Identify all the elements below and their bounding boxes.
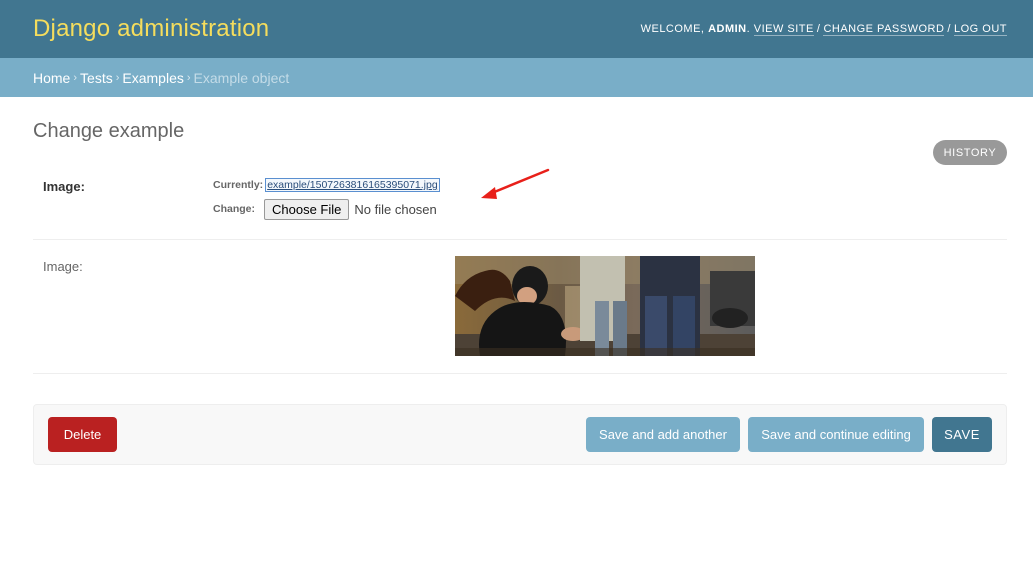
form-row-image: Image: Currently: example/15072638161653… — [33, 165, 1007, 240]
breadcrumb-home[interactable]: Home — [33, 70, 70, 86]
save-and-continue-button[interactable]: Save and continue editing — [748, 417, 924, 452]
view-site-link[interactable]: View site — [753, 23, 814, 36]
breadcrumb-separator: › — [186, 71, 191, 84]
current-file-link[interactable]: example/1507263816165395071.jpg — [265, 178, 440, 192]
site-branding[interactable]: Django administration — [33, 15, 269, 43]
image-field-label: Image: — [43, 179, 85, 194]
choose-file-button[interactable]: Choose File — [264, 198, 350, 220]
page-title: Change example — [33, 120, 185, 142]
save-and-add-another-button[interactable]: Save and add another — [586, 417, 740, 452]
breadcrumb-separator: › — [73, 71, 78, 84]
form-row-image-preview: Image: — [33, 240, 1007, 374]
breadcrumb-separator: › — [115, 71, 120, 84]
user-tools: Welcome, admin. View site / Change passwor… — [640, 23, 1007, 36]
annotation-arrow-icon — [481, 168, 550, 199]
submit-row: Delete Save and add another Save and con… — [33, 404, 1007, 465]
save-button[interactable]: Save — [932, 417, 992, 452]
file-upload-widget: Currently: example/1507263816165395071.j… — [213, 178, 440, 220]
breadcrumb-current: Example object — [193, 69, 290, 86]
username: admin — [708, 23, 747, 35]
currently-label: Currently: — [213, 179, 264, 191]
delete-button[interactable]: Delete — [48, 417, 117, 452]
file-status-text: No file chosen — [354, 201, 437, 217]
breadcrumb: Home › Tests › Examples › Example object — [0, 58, 1033, 97]
welcome-text: Welcome, — [640, 23, 705, 35]
breadcrumb-model[interactable]: Examples — [122, 70, 183, 86]
change-label: Change: — [213, 203, 255, 215]
image-preview-label: Image: — [43, 259, 83, 274]
breadcrumb-app[interactable]: Tests — [80, 70, 113, 86]
log-out-link[interactable]: Log out — [953, 23, 1007, 36]
header: Django administration Welcome, admin. Vi… — [0, 0, 1033, 58]
change-password-link[interactable]: Change password — [823, 23, 945, 36]
image-preview — [455, 256, 755, 356]
history-button[interactable]: History — [933, 140, 1007, 165]
content: Change example History Image: Currently:… — [0, 119, 1033, 465]
